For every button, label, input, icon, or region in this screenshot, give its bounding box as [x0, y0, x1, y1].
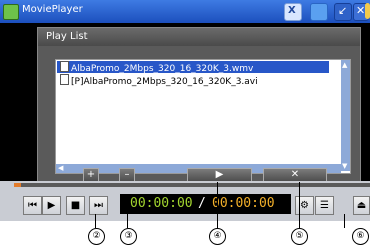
callout-leader-line	[344, 214, 345, 228]
app-icon	[3, 4, 19, 20]
eject-button[interactable]: ⏏	[353, 196, 370, 215]
current-time: 00:00:00	[130, 196, 193, 211]
wifi-icon[interactable]	[284, 3, 302, 21]
playlist-button-row: + – ▶ ✕	[0, 168, 370, 182]
playlist-list[interactable]: AlbaPromo_2Mbps_320_16_320K_3.wmv [P]Alb…	[55, 59, 351, 174]
monitor-icon[interactable]	[310, 3, 328, 21]
playlist-item[interactable]: [P]AlbaPromo_2Mbps_320_16_320K_3.avi	[57, 74, 258, 87]
play-button[interactable]: ▶	[42, 196, 61, 215]
callout-5: ⑤	[291, 228, 308, 245]
playlist-item[interactable]: AlbaPromo_2Mbps_320_16_320K_3.wmv	[57, 61, 329, 74]
playlist-header: Play List	[38, 28, 360, 46]
title-bar: MoviePlayer	[0, 0, 370, 23]
seek-bar[interactable]	[14, 183, 370, 187]
add-button[interactable]: +	[83, 168, 99, 182]
file-icon	[60, 61, 69, 72]
signal-icon[interactable]	[334, 3, 352, 21]
seek-bar-fill	[14, 183, 22, 187]
callout-leader-line	[299, 182, 300, 228]
callout-4: ④	[209, 228, 226, 245]
playlist-button[interactable]: ☰	[315, 196, 334, 215]
file-icon	[60, 74, 69, 85]
callout-6: ⑥	[352, 228, 369, 245]
callout-leader-line	[217, 182, 218, 228]
callout-2: ②	[88, 228, 105, 245]
scroll-up-icon[interactable]: ▲	[342, 61, 347, 69]
time-separator: /	[198, 196, 206, 211]
playlist-item-label: AlbaPromo_2Mbps_320_16_320K_3.wmv	[71, 64, 254, 74]
settings-button[interactable]: ⚙	[295, 196, 314, 215]
time-display: 00:00:00 / 00:00:00	[120, 194, 291, 214]
vertical-scrollbar[interactable]: ▲ ▼	[341, 60, 350, 171]
playlist-play-button[interactable]: ▶	[187, 168, 252, 182]
callout-3: ③	[120, 228, 137, 245]
playlist-delete-button[interactable]: ✕	[263, 168, 327, 182]
previous-button[interactable]: ⏮	[23, 196, 42, 215]
home-icon[interactable]	[365, 3, 370, 19]
app-title: MoviePlayer	[22, 4, 83, 15]
next-button[interactable]: ⏭	[89, 196, 108, 215]
playlist-title: Play List	[46, 31, 88, 42]
callout-leader-line	[0, 70, 36, 71]
callout-leader-line	[127, 214, 128, 228]
stop-button[interactable]: ■	[66, 196, 85, 215]
playlist-item-label: [P]AlbaPromo_2Mbps_320_16_320K_3.avi	[71, 77, 258, 87]
callout-leader-line	[95, 214, 96, 228]
remove-button[interactable]: –	[119, 168, 135, 182]
total-time: 00:00:00	[212, 196, 275, 211]
playlist-dialog: Play List AlbaPromo_2Mbps_320_16_320K_3.…	[37, 27, 361, 187]
